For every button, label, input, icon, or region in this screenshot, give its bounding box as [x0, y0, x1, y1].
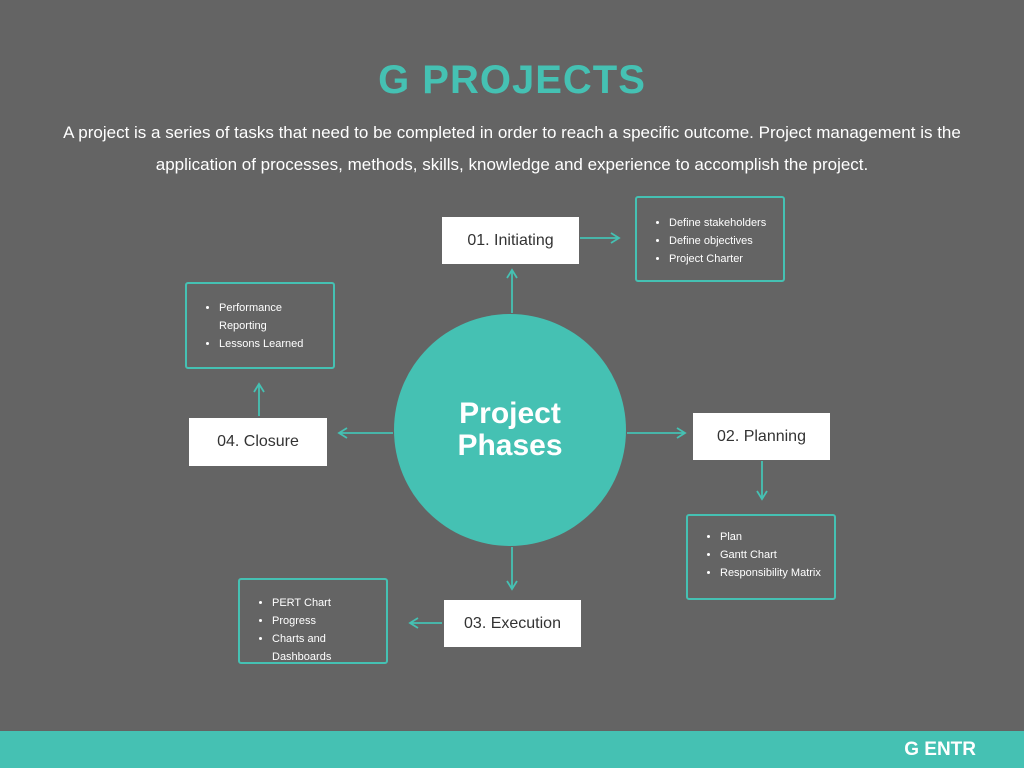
list-item: Plan — [720, 528, 834, 546]
footer-bar: G ENTR — [0, 731, 1024, 768]
phase-initiating: 01. Initiating — [442, 217, 579, 264]
list-item: PERT Chart — [272, 594, 386, 612]
detail-planning: Plan Gantt Chart Responsibility Matrix — [686, 514, 836, 600]
list-item: Responsibility Matrix — [720, 564, 834, 582]
detail-execution: PERT Chart Progress Charts and Dashboard… — [238, 578, 388, 664]
center-label: Project Phases — [457, 397, 563, 462]
detail-initiating: Define stakeholders Define objectives Pr… — [635, 196, 785, 282]
list-item: Project Charter — [669, 250, 783, 268]
list-item: Charts and Dashboards — [272, 630, 386, 666]
detail-closure: Performance Reporting Lessons Learned — [185, 282, 335, 369]
phase-closure: 04. Closure — [189, 418, 327, 466]
center-circle: Project Phases — [394, 314, 626, 546]
list-item: Define objectives — [669, 232, 783, 250]
list-item: Gantt Chart — [720, 546, 834, 564]
list-item: Progress — [272, 612, 386, 630]
footer-brand: G ENTR — [904, 739, 976, 760]
list-item: Define stakeholders — [669, 214, 783, 232]
list-item: Performance Reporting — [219, 299, 313, 335]
list-item: Lessons Learned — [219, 335, 313, 353]
phase-planning: 02. Planning — [693, 413, 830, 460]
phase-execution: 03. Execution — [444, 600, 581, 647]
